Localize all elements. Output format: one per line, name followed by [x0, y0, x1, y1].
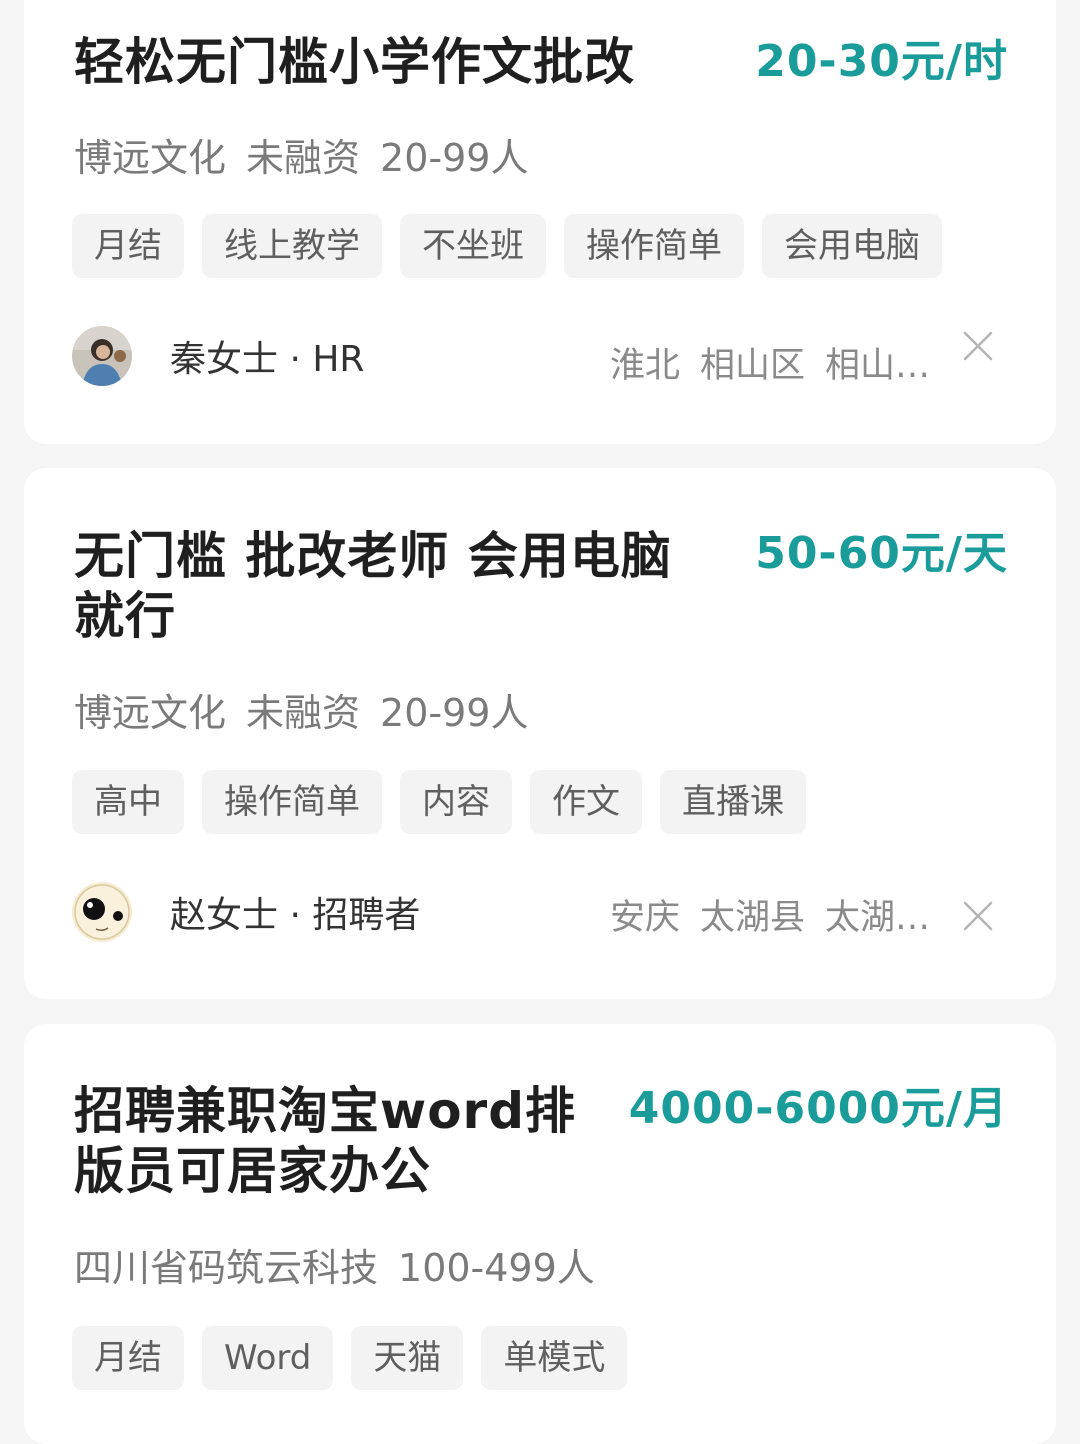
job-salary: 20-30元/时	[755, 36, 1008, 87]
company-name: 博远文化	[74, 691, 227, 735]
job-title: 招聘兼职淘宝word排版员可居家办公	[74, 1082, 576, 1200]
tag: Word	[202, 1326, 334, 1390]
tag: 天猫	[351, 1326, 464, 1390]
location-district: 太湖县	[699, 898, 805, 938]
job-card[interactable]: 无门槛 批改老师 会用电脑就行 50-60元/天 博远文化 未融资 20-99人 高…	[24, 468, 1056, 999]
tag: 会用电脑	[762, 214, 942, 278]
recruiter[interactable]: 赵女士 · 招聘者	[72, 882, 420, 942]
tag: 月结	[72, 214, 184, 278]
company-info: 博远文化 未融资 20-99人	[74, 689, 528, 737]
recruiter-name: 秦女士 · HR	[170, 339, 365, 380]
job-title: 轻松无门槛小学作文批改	[74, 33, 635, 91]
location-district: 相山区	[699, 346, 805, 386]
tag: 不坐班	[400, 214, 546, 278]
close-icon[interactable]	[962, 330, 994, 362]
tag: 操作简单	[564, 214, 744, 278]
tag: 高中	[72, 770, 184, 834]
tag: 线上教学	[202, 214, 382, 278]
company-info: 四川省码筑云科技 100-499人	[74, 1244, 595, 1292]
company-size: 20-99人	[380, 691, 529, 735]
cartoon-face-icon	[72, 882, 132, 942]
tag: 月结	[72, 1326, 184, 1390]
tag-list: 月结 Word 天猫 单模式	[72, 1326, 628, 1390]
location-area: 太湖…	[824, 898, 930, 938]
job-location: 安庆 太湖县 太湖…	[610, 894, 930, 942]
job-location: 淮北 相山区 相山…	[610, 342, 930, 390]
tag-list: 月结 线上教学 不坐班 操作简单 会用电脑	[72, 214, 942, 278]
tag-list: 高中 操作简单 内容 作文 直播课	[72, 770, 806, 834]
job-title: 无门槛 批改老师 会用电脑就行	[74, 527, 672, 645]
tag: 单模式	[481, 1326, 628, 1390]
company-funding: 未融资	[246, 136, 361, 180]
job-card[interactable]: 轻松无门槛小学作文批改 20-30元/时 博远文化 未融资 20-99人 月结 线上…	[24, 0, 1056, 444]
tag: 直播课	[660, 770, 806, 834]
close-icon[interactable]	[962, 900, 994, 932]
tag: 内容	[400, 770, 512, 834]
location-city: 安庆	[609, 898, 680, 938]
person-photo-icon	[72, 326, 132, 386]
recruiter[interactable]: 秦女士 · HR	[72, 326, 364, 386]
avatar	[72, 326, 132, 386]
company-size: 20-99人	[380, 136, 529, 180]
avatar	[72, 882, 132, 942]
tag: 操作简单	[202, 770, 382, 834]
tag: 作文	[530, 770, 642, 834]
company-size: 100-499人	[398, 1246, 595, 1290]
job-salary: 4000-6000元/月	[628, 1083, 1008, 1134]
company-name: 博远文化	[74, 136, 227, 180]
company-info: 博远文化 未融资 20-99人	[74, 134, 528, 182]
company-name: 四川省码筑云科技	[74, 1246, 379, 1290]
job-salary: 50-60元/天	[755, 528, 1008, 579]
location-city: 淮北	[609, 346, 680, 386]
company-funding: 未融资	[246, 691, 361, 735]
location-area: 相山…	[824, 346, 930, 386]
job-card[interactable]: 招聘兼职淘宝word排版员可居家办公 4000-6000元/月 四川省码筑云科技…	[24, 1024, 1056, 1444]
recruiter-name: 赵女士 · 招聘者	[170, 895, 421, 936]
